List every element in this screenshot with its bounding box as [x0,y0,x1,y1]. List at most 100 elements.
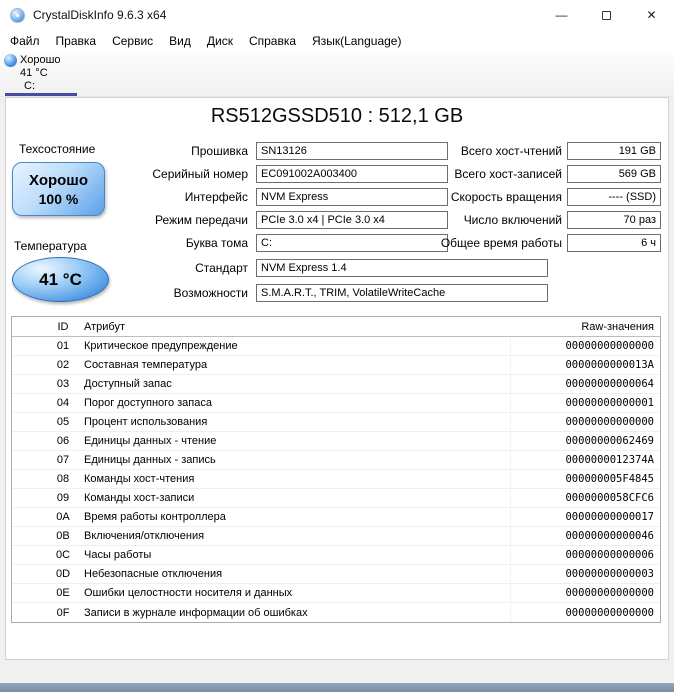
health-section-label: Техсостояние [19,142,96,156]
attribute-name: Ошибки целостности носителя и данных [84,587,293,599]
table-row: 02 Составная температура 0000000000013A [12,356,660,375]
title-bar: CrystalDiskInfo 9.6.3 x64 — ✕ [0,0,674,30]
window-title: CrystalDiskInfo 9.6.3 x64 [33,8,167,22]
drive-tab-temperature: 41 °C [20,67,48,79]
status-bar [0,660,674,683]
header-attribute: Атрибут [84,320,125,333]
menu-file[interactable]: Файл [2,31,48,51]
attribute-id: 0F [56,606,70,619]
attribute-raw-value: 00000000000000 [510,603,660,622]
attribute-id: 0E [56,587,70,599]
table-row: 0F Записи в журнале информации об ошибках… [12,603,660,622]
table-row: 0E Ошибки целостности носителя и данных 00… [12,584,660,603]
minimize-button[interactable]: — [539,0,584,30]
header-id: ID [57,320,69,333]
table-row: 09 Команды хост-записи 0000000058CFC6 [12,489,660,508]
table-row: 01 Критическое предупреждение 000000000000… [12,337,660,356]
menu-disk[interactable]: Диск [199,31,241,51]
attribute-id: 03 [56,378,70,390]
drive-model-title: RS512GSSD510 : 512,1 GB [210,105,464,127]
health-percent-text: 100 % [38,190,79,207]
menu-language[interactable]: Язык(Language) [304,31,409,51]
stat-label-rotation-rate: Скорость вращения [450,190,562,204]
menu-help[interactable]: Справка [241,31,304,51]
table-row: 03 Доступный запас 00000000000064 [12,375,660,394]
attribute-id: 05 [56,416,70,428]
stat-label-host-reads: Всего хост-чтений [460,144,562,158]
table-row: 06 Единицы данных - чтение 00000000062469 [12,432,660,451]
field-label-interface: Интерфейс [184,190,248,204]
field-label-features: Возможности [173,286,248,300]
attribute-raw-value: 00000000000000 [510,584,660,602]
app-icon [10,7,25,23]
smart-table-header: ID Атрибут Raw-значения [12,317,660,337]
attribute-name: Единицы данных - запись [84,454,216,466]
drive-tab-c[interactable]: Хорошо 41 °C C: [2,54,84,97]
attribute-raw-value: 000000005F4845 [510,470,660,488]
smart-attributes-table: ID Атрибут Raw-значения 01 Критическое пр… [11,316,661,623]
menu-edit[interactable]: Правка [48,31,105,51]
attribute-name: Порог доступного запаса [84,397,212,409]
drive-tab-letter: C: [24,79,35,92]
table-row: 05 Процент использования 00000000000000 [12,413,660,432]
attribute-name: Команды хост-чтения [84,473,195,485]
drive-tab-strip: Хорошо 41 °C C: [0,52,674,97]
header-raw-values: Raw-значения [581,320,654,333]
attribute-name: Критическое предупреждение [84,340,238,352]
close-button[interactable]: ✕ [629,0,674,30]
stat-value-power-on-hours: 6 ч [567,234,661,252]
table-row: 04 Порог доступного запаса 00000000000001 [12,394,660,413]
attribute-raw-value: 00000000000003 [510,565,660,583]
menu-view[interactable]: Вид [161,31,199,51]
attribute-name: Составная температура [84,359,208,371]
attribute-raw-value: 00000000000000 [510,337,660,355]
table-row: 08 Команды хост-чтения 000000005F4845 [12,470,660,489]
attribute-id: 0B [56,530,70,542]
attribute-name: Единицы данных - чтение [84,435,217,447]
attribute-raw-value: 0000000012374A [510,451,660,469]
attribute-name: Записи в журнале информации об ошибках [84,606,308,619]
attribute-id: 07 [56,454,70,466]
maximize-button[interactable] [584,0,629,30]
attribute-id: 0C [55,549,71,561]
attribute-id: 0D [55,568,71,580]
table-row: 0C Часы работы 00000000000006 [12,546,660,565]
stat-label-host-writes: Всего хост-записей [454,167,562,181]
window-bottom-edge [0,683,674,692]
table-row: 07 Единицы данных - запись 0000000012374A [12,451,660,470]
drive-status-sphere-icon [4,54,17,67]
main-panel: RS512GSSD510 : 512,1 GB Техсостояние Хор… [5,97,669,660]
stat-label-power-on-count: Число включений [463,213,562,227]
stat-value-power-on-count: 70 раз [567,211,661,229]
attribute-id: 08 [56,473,70,485]
health-status-text: Хорошо [29,171,88,189]
attribute-id: 06 [56,435,70,447]
health-status-button[interactable]: Хорошо 100 % [12,162,105,216]
attribute-raw-value: 0000000058CFC6 [510,489,660,507]
stat-value-host-writes: 569 GB [567,165,661,183]
field-value-standard: NVM Express 1.4 [256,259,548,277]
attribute-raw-value: 00000000000046 [510,527,660,545]
attribute-id: 0A [56,511,70,523]
attribute-raw-value: 0000000000013A [510,356,660,374]
attribute-name: Включения/отключения [84,530,205,542]
attribute-raw-value: 00000000000064 [510,375,660,393]
temperature-indicator[interactable]: 41 °C [12,257,109,302]
attribute-name: Команды хост-записи [84,492,195,504]
attribute-name: Время работы контроллера [84,511,226,523]
attribute-raw-value: 00000000062469 [510,432,660,450]
window-controls: — ✕ [539,0,674,30]
attribute-raw-value: 00000000000006 [510,546,660,564]
menu-service[interactable]: Сервис [104,31,161,51]
attribute-raw-value: 00000000000001 [510,394,660,412]
stat-label-power-on-hours: Общее время работы [440,236,562,250]
attribute-id: 09 [56,492,70,504]
drive-tab-status: Хорошо [20,54,61,67]
table-row: 0B Включения/отключения 00000000000046 [12,527,660,546]
attribute-name: Часы работы [84,549,152,561]
field-label-transfer-mode: Режим передачи [155,213,248,227]
attribute-name: Небезопасные отключения [84,568,223,580]
field-value-features: S.M.A.R.T., TRIM, VolatileWriteCache [256,284,548,302]
table-row: 0D Небезопасные отключения 00000000000003 [12,565,660,584]
attribute-raw-value: 00000000000000 [510,413,660,431]
